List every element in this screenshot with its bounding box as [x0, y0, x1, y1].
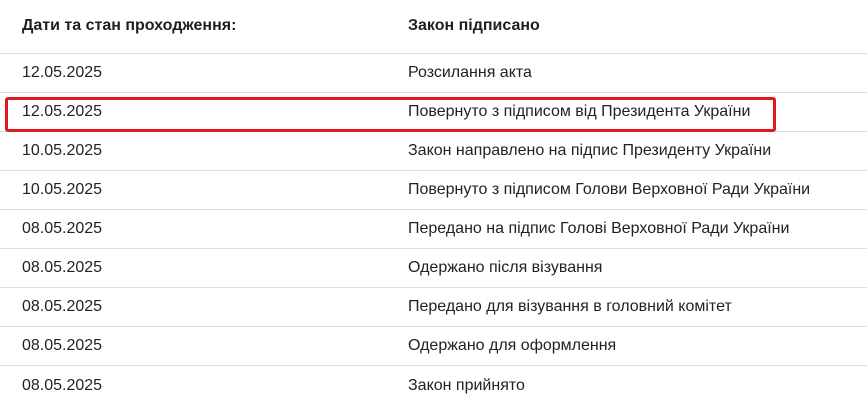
row-event: Одержано для оформлення: [408, 337, 617, 354]
table-row: 08.05.2025 Передано для візування в голо…: [0, 288, 867, 327]
table-header-row: Дати та стан проходження: Закон підписан…: [0, 0, 867, 54]
row-date: 08.05.2025: [22, 220, 103, 237]
row-date: 12.05.2025: [22, 103, 103, 120]
row-date: 10.05.2025: [22, 181, 103, 198]
row-event: Повернуто з підписом від Президента Укра…: [408, 103, 751, 120]
table-row: 08.05.2025 Одержано після візування: [0, 249, 867, 288]
row-date: 08.05.2025: [22, 298, 103, 315]
row-date: 08.05.2025: [22, 259, 103, 276]
table-row: 08.05.2025 Передано на підпис Голові Вер…: [0, 210, 867, 249]
table-row-highlighted: 12.05.2025 Повернуто з підписом від През…: [0, 93, 867, 132]
table-row: 12.05.2025 Розсилання акта: [0, 54, 867, 93]
row-event: Закон направлено на підпис Президенту Ук…: [408, 142, 772, 159]
row-event: Закон прийнято: [408, 376, 525, 394]
row-date: 10.05.2025: [22, 142, 103, 159]
row-date: 08.05.2025: [22, 376, 103, 394]
table-row: 08.05.2025 Одержано для оформлення: [0, 327, 867, 366]
law-status-header: Закон підписано: [408, 16, 540, 34]
row-date: 12.05.2025: [22, 64, 103, 81]
row-event: Повернуто з підписом Голови Верховної Ра…: [408, 181, 811, 198]
row-date: 08.05.2025: [22, 337, 103, 354]
legislation-progress-table: Дати та стан проходження: Закон підписан…: [0, 0, 867, 405]
table-row: 10.05.2025 Повернуто з підписом Голови В…: [0, 171, 867, 210]
row-event: Розсилання акта: [408, 64, 532, 81]
row-event: Одержано після візування: [408, 259, 603, 276]
table-row: 10.05.2025 Закон направлено на підпис Пр…: [0, 132, 867, 171]
row-event: Передано на підпис Голові Верховної Ради…: [408, 220, 790, 237]
table-row: 08.05.2025 Закон прийнято: [0, 366, 867, 405]
row-event: Передано для візування в головний коміте…: [408, 298, 732, 315]
dates-and-status-header: Дати та стан проходження:: [22, 16, 237, 34]
